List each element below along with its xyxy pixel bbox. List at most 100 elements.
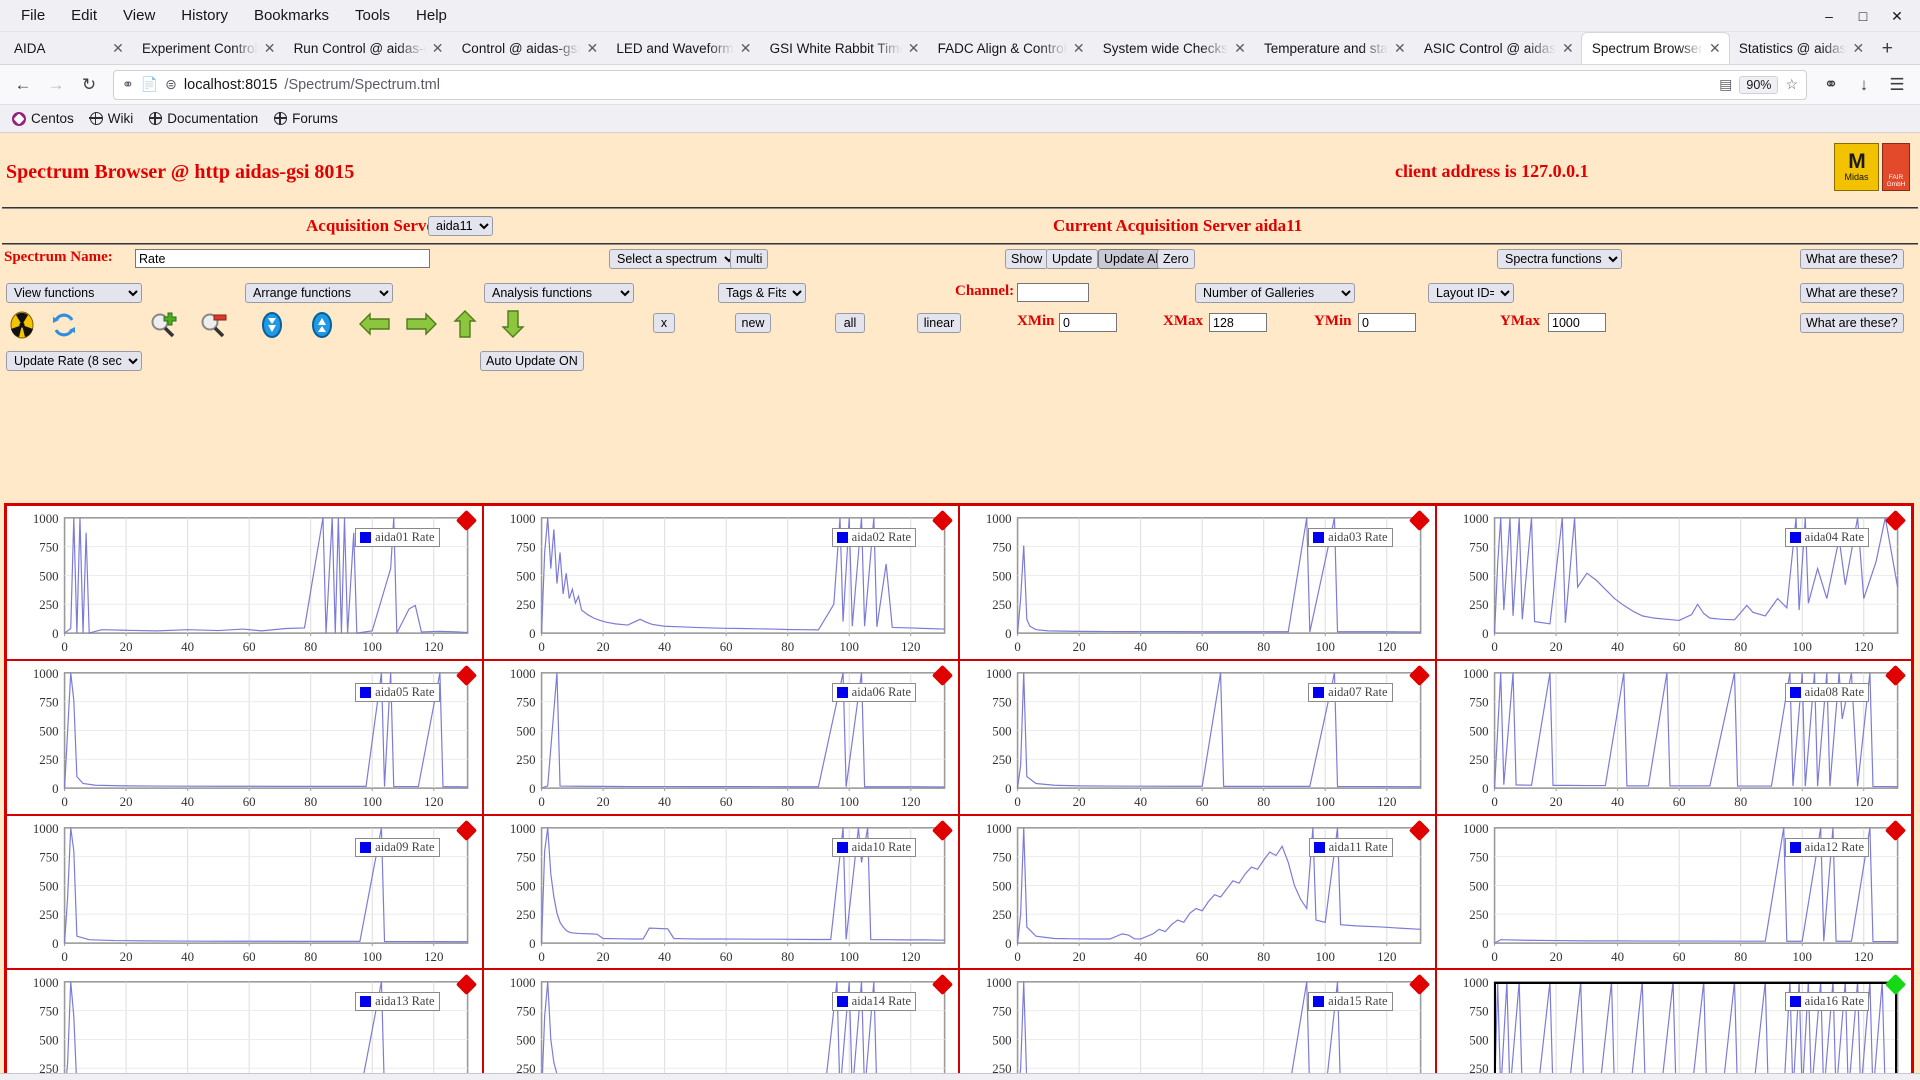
spectrum-cell[interactable]: 1000 750 500 250 0 0 20 40 60 80 100 120 aida06 Rate: [482, 659, 959, 815]
spectrum-cell[interactable]: 1000 750 500 250 0 0 20 40 60 80 100 120 aida08 Rate: [1435, 659, 1912, 815]
menu-edit[interactable]: Edit: [58, 3, 110, 28]
channel-input[interactable]: [1017, 283, 1089, 302]
address-bar[interactable]: ⚭ 📄 ⊜ localhost:8015/Spectrum/Spectrum.t…: [113, 69, 1807, 100]
spectrum-cell[interactable]: 10007505002500020406080100120aida15 Rate: [959, 969, 1436, 1080]
spectrum-cell[interactable]: 1000 750 500 250 0 0 20 40 60 80 100 120 aida03 Rate: [959, 505, 1436, 660]
app-menu-icon[interactable]: ☰: [1882, 70, 1912, 100]
reader-mode-icon[interactable]: ▤: [1719, 76, 1732, 93]
view-functions-dropdown[interactable]: View functions: [6, 283, 142, 303]
menu-bookmarks[interactable]: Bookmarks: [241, 3, 342, 28]
browser-tab[interactable]: Spectrum Browser ✕: [1581, 33, 1729, 64]
forward-icon[interactable]: →: [41, 70, 71, 100]
tab-close-icon[interactable]: ✕: [1392, 40, 1408, 57]
refresh-icon[interactable]: [50, 311, 78, 344]
spectrum-name-input[interactable]: [135, 249, 430, 268]
spectrum-cell[interactable]: 1000 750 500 250 0 0 20 40 60 80 100 120 aida07 Rate: [959, 659, 1436, 815]
browser-tab[interactable]: Temperature and sta ✕: [1254, 33, 1414, 64]
new-button[interactable]: new: [735, 313, 771, 333]
pocket-icon[interactable]: ⚭: [1816, 70, 1846, 100]
spectrum-cell[interactable]: 1000 750 500 250 0 0 20 40 60 80 100 120 aida05 Rate: [6, 659, 483, 815]
tab-close-icon[interactable]: ✕: [1707, 40, 1723, 57]
browser-tab[interactable]: FADC Align & Control ✕: [928, 33, 1093, 64]
spectrum-cell[interactable]: 10007505002500020406080100120aida13 Rate: [6, 969, 483, 1080]
spectrum-cell[interactable]: 1000 750 500 250 0 0 20 40 60 80 100 120 aida09 Rate: [6, 814, 483, 970]
tab-close-icon[interactable]: ✕: [1232, 40, 1248, 57]
tab-close-icon[interactable]: ✕: [906, 40, 922, 57]
collapse-down-icon[interactable]: [258, 311, 286, 344]
menu-file[interactable]: File: [8, 3, 58, 28]
expand-up-icon[interactable]: [308, 311, 336, 344]
ymax-input[interactable]: [1548, 313, 1606, 332]
browser-tab[interactable]: ASIC Control @ aidas ✕: [1414, 33, 1582, 64]
tags-and-fits-dropdown[interactable]: Tags & Fits: [718, 283, 806, 303]
arrow-up-icon[interactable]: [452, 309, 478, 344]
menu-help[interactable]: Help: [403, 3, 460, 28]
spectrum-cell[interactable]: 1000 750 500 250 0 0 20 40 60 80 100 120 aida04 Rate: [1435, 505, 1912, 660]
browser-tab[interactable]: Experiment Control ✕: [132, 33, 284, 64]
tab-close-icon[interactable]: ✕: [262, 40, 278, 57]
bookmark-item[interactable]: Wiki: [89, 111, 133, 126]
xmax-input[interactable]: [1209, 313, 1267, 332]
all-button[interactable]: all: [835, 313, 865, 333]
browser-tab[interactable]: System wide Checks ✕: [1093, 33, 1254, 64]
spectrum-cell[interactable]: 10007505002500020406080100120aida16 Rate: [1435, 969, 1912, 1080]
bookmark-item[interactable]: Documentation: [148, 111, 258, 126]
browser-tab[interactable]: LED and Waveform ✕: [606, 33, 759, 64]
minimize-icon[interactable]: –: [1812, 1, 1846, 31]
tab-close-icon[interactable]: ✕: [584, 40, 600, 57]
spectrum-cell[interactable]: 1000 750 500 250 0 0 20 40 60 80 100 120 aida02 Rate: [482, 505, 959, 660]
arrow-down-icon[interactable]: [500, 309, 526, 344]
x-button[interactable]: x: [653, 313, 675, 333]
what-are-these-button-1[interactable]: What are these?: [1800, 249, 1904, 269]
spectrum-cell[interactable]: 1000 750 500 250 0 0 20 40 60 80 100 120 aida12 Rate: [1435, 814, 1912, 970]
close-icon[interactable]: ✕: [1880, 1, 1914, 31]
bookmark-star-icon[interactable]: ☆: [1785, 76, 1798, 93]
bookmark-item[interactable]: Centos: [12, 111, 74, 126]
back-icon[interactable]: ←: [8, 70, 38, 100]
number-of-galleries-dropdown[interactable]: Number of Galleries: [1195, 283, 1355, 303]
zoom-in-icon[interactable]: [148, 311, 178, 344]
browser-tab[interactable]: Run Control @ aidas-gsi ✕: [284, 33, 452, 64]
analysis-functions-dropdown[interactable]: Analysis functions: [484, 283, 634, 303]
downloads-icon[interactable]: ↓: [1849, 70, 1879, 100]
arrange-functions-dropdown[interactable]: Arrange functions: [245, 283, 393, 303]
zoom-level-badge[interactable]: 90%: [1739, 75, 1779, 94]
tab-close-icon[interactable]: ✕: [738, 40, 754, 57]
spectrum-cell[interactable]: 1000 750 500 250 0 0 20 40 60 80 100 120 aida01 Rate: [6, 505, 483, 660]
auto-update-button[interactable]: Auto Update ON: [480, 351, 584, 371]
spectrum-cell[interactable]: 1000 750 500 250 0 0 20 40 60 80 100 120 aida11 Rate: [959, 814, 1436, 970]
tab-close-icon[interactable]: ✕: [1850, 40, 1866, 57]
what-are-these-button-3[interactable]: What are these?: [1800, 313, 1904, 333]
zoom-out-icon[interactable]: [198, 311, 228, 344]
spectrum-cell[interactable]: 10007505002500020406080100120aida14 Rate: [482, 969, 959, 1080]
linear-button[interactable]: linear: [917, 313, 961, 333]
browser-tab[interactable]: AIDA ✕: [4, 33, 132, 64]
arrow-left-icon[interactable]: [358, 311, 392, 342]
tab-close-icon[interactable]: ✕: [110, 40, 126, 57]
zero-button[interactable]: Zero: [1157, 249, 1195, 269]
menu-view[interactable]: View: [110, 3, 168, 28]
reload-icon[interactable]: ↻: [74, 70, 104, 100]
browser-tab[interactable]: Statistics @ aidas ✕: [1729, 33, 1873, 64]
select-spectrum-dropdown[interactable]: Select a spectrum: [609, 249, 738, 269]
menu-tools[interactable]: Tools: [342, 3, 403, 28]
tab-close-icon[interactable]: ✕: [430, 40, 446, 57]
maximize-icon[interactable]: □: [1846, 1, 1880, 31]
what-are-these-button-2[interactable]: What are these?: [1800, 283, 1904, 303]
browser-tab[interactable]: Control @ aidas-gsi ✕: [452, 33, 607, 64]
spectra-functions-dropdown[interactable]: Spectra functions: [1497, 249, 1622, 269]
acquisition-servers-select[interactable]: aida11: [428, 216, 493, 236]
new-tab-button[interactable]: +: [1872, 34, 1902, 64]
spectrum-cell[interactable]: 1000 750 500 250 0 0 20 40 60 80 100 120 aida10 Rate: [482, 814, 959, 970]
browser-tab[interactable]: GSI White Rabbit Time ✕: [760, 33, 928, 64]
tab-close-icon[interactable]: ✕: [1560, 40, 1576, 57]
menu-history[interactable]: History: [168, 3, 241, 28]
radiation-icon[interactable]: [8, 311, 36, 344]
layout-id-dropdown[interactable]: Layout ID=1: [1428, 283, 1514, 303]
tab-close-icon[interactable]: ✕: [1071, 40, 1087, 57]
arrow-right-icon[interactable]: [404, 311, 438, 342]
ymin-input[interactable]: [1358, 313, 1416, 332]
update-button[interactable]: Update: [1046, 249, 1099, 269]
show-button[interactable]: Show: [1005, 249, 1049, 269]
bookmark-item[interactable]: Forums: [273, 111, 338, 126]
